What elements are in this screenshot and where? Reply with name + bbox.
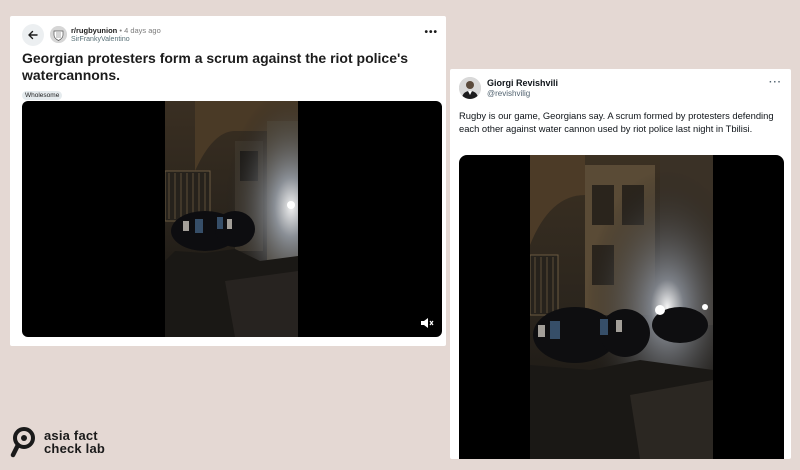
author-avatar[interactable] xyxy=(459,77,481,99)
asia-fact-check-lab-logo: asia fact check lab xyxy=(10,425,105,459)
tweet-video-player[interactable] xyxy=(459,155,784,459)
magnifier-logo-icon xyxy=(10,427,35,458)
reddit-post-card: r/rugbyunion • 4 days ago SirFrankyValen… xyxy=(10,16,446,346)
logo-text: asia fact check lab xyxy=(44,429,105,455)
post-video-player[interactable] xyxy=(22,101,442,337)
logo-line-2: check lab xyxy=(44,441,106,456)
arrow-left-icon xyxy=(28,30,38,40)
post-flair[interactable]: Wholesome xyxy=(22,91,63,100)
subreddit-meta: r/rugbyunion • 4 days ago xyxy=(71,26,161,35)
author-handle[interactable]: @revishvilig xyxy=(487,89,530,98)
speaker-muted-icon[interactable] xyxy=(420,317,434,329)
video-frame xyxy=(530,155,713,459)
video-frame xyxy=(165,101,298,337)
back-button[interactable] xyxy=(22,24,44,46)
ellipsis-icon[interactable]: ··· xyxy=(769,77,782,88)
author-name[interactable]: Giorgi Revishvili xyxy=(487,78,558,88)
tweet-text: Rugby is our game, Georgians say. A scru… xyxy=(459,110,774,135)
tweet-card: Giorgi Revishvili @revishvilig ··· Rugby… xyxy=(450,69,791,459)
post-title[interactable]: Georgian protesters form a scrum against… xyxy=(22,50,422,84)
post-author[interactable]: SirFrankyValentino xyxy=(71,36,130,43)
meta-separator: • xyxy=(119,26,122,35)
ellipsis-icon[interactable]: ••• xyxy=(424,27,438,38)
subreddit-link[interactable]: r/rugbyunion xyxy=(71,26,117,35)
post-time: 4 days ago xyxy=(124,26,161,35)
subreddit-avatar[interactable] xyxy=(50,26,67,43)
